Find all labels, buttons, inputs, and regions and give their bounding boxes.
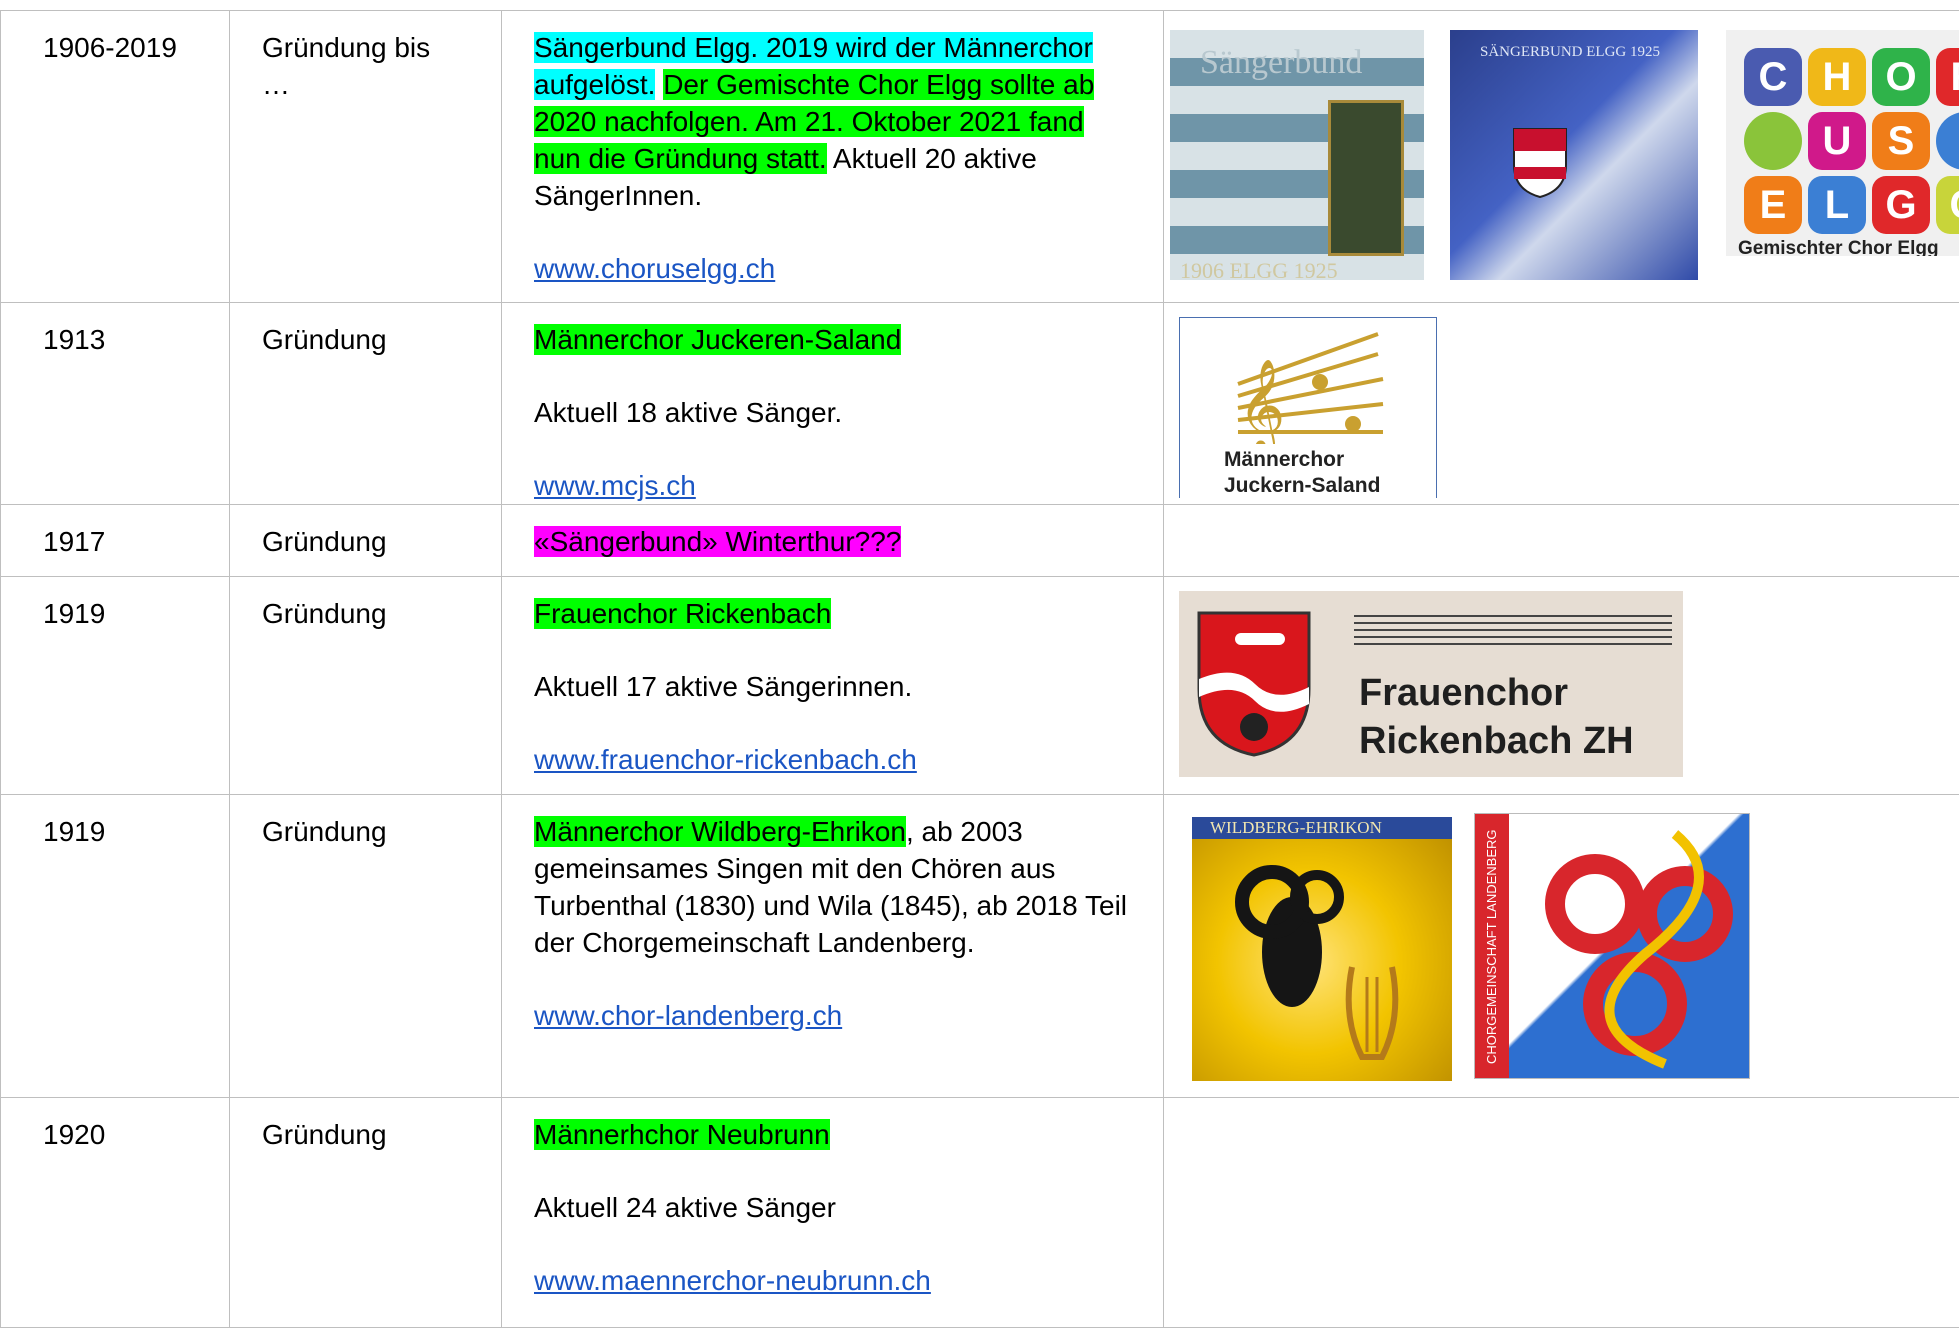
website-link[interactable]: www.frauenchor-rickenbach.ch (534, 744, 917, 775)
year-cell: 1906-2019 (1, 11, 230, 303)
landenberg-logo-image: CHORGEMEINSCHAFT LANDENBERG (1474, 813, 1750, 1079)
members-text: Aktuell 24 aktive Sänger (534, 1189, 1133, 1226)
event-cell: Gründung (230, 577, 502, 795)
svg-text:𝄞: 𝄞 (1238, 358, 1285, 444)
letter-tile: C (1744, 48, 1802, 106)
website-link[interactable]: www.mcjs.ch (534, 470, 696, 501)
description-cell: Frauenchor Rickenbach Aktuell 17 aktive … (502, 577, 1164, 795)
website-link[interactable]: www.maennerchor-neubrunn.ch (534, 1265, 931, 1296)
lyre-icon (1342, 957, 1402, 1067)
table-row: 1919 Gründung Frauenchor Rickenbach Aktu… (1, 577, 1959, 795)
letter-tile: H (1808, 48, 1866, 106)
table-row: 1919 Gründung Männerchor Wildberg-Ehriko… (1, 795, 1959, 1098)
choir-name: Männerchor Wildberg-Ehrikon (534, 816, 906, 847)
logo-line: Juckern-Saland (1224, 474, 1380, 498)
image-cell: Frauenchor Rickenbach ZH (1164, 577, 1959, 795)
table-row: 1920 Gründung Männerhchor Neubrunn Aktue… (1, 1098, 1959, 1328)
ram-icon (1232, 862, 1352, 1022)
flag-elgg-image: SÄNGERBUND ELGG 1925 (1450, 30, 1698, 280)
event-text: Gründung (262, 526, 387, 557)
event-cell: Gründung (230, 505, 502, 577)
letter-tile: G (1872, 176, 1930, 234)
year-text: 1917 (43, 526, 105, 557)
members-text: Aktuell 17 aktive Sängerinnen. (534, 668, 1133, 705)
choir-name: «Sängerbund» Winterthur??? (534, 526, 901, 557)
staff-lines (1354, 615, 1672, 645)
dot-tile (1936, 112, 1959, 170)
description-cell: Sängerbund Elgg. 2019 wird der Männercho… (502, 11, 1164, 303)
image-cell (1164, 505, 1959, 577)
event-cell: Gründung (230, 303, 502, 505)
logo-line: Frauenchor (1359, 671, 1568, 715)
members-text: Aktuell 18 aktive Sänger. (534, 394, 1133, 431)
dot-tile (1744, 112, 1802, 170)
description-cell: Männerhchor Neubrunn Aktuell 24 aktive S… (502, 1098, 1164, 1328)
flag-saengerbund-image: Sängerbund 1906 ELGG 1925 (1170, 30, 1424, 280)
description-cell: Männerchor Juckeren-Saland Aktuell 18 ak… (502, 303, 1164, 505)
choir-name: Männerhchor Neubrunn (534, 1119, 830, 1150)
website-link[interactable]: www.chor-landenberg.ch (534, 1000, 842, 1031)
flag-wildberg-image: WILDBERG-EHRIKON (1192, 817, 1452, 1081)
year-cell: 1919 (1, 795, 230, 1098)
description-text: Sängerbund Elgg. 2019 wird der Männercho… (534, 29, 1133, 214)
rings-icon (1525, 824, 1745, 1074)
description-cell: «Sängerbund» Winterthur??? (502, 505, 1164, 577)
table-row: 1913 Gründung Männerchor Juckeren-Saland… (1, 303, 1959, 505)
letter-tile: G (1936, 176, 1959, 234)
flag-top-text: Sängerbund (1200, 44, 1362, 81)
year-cell: 1919 (1, 577, 230, 795)
image-cell: 𝄞 Männerchor Juckern-Saland (1164, 303, 1959, 505)
choir-name: Männerchor Juckeren-Saland (534, 324, 901, 355)
year-cell: 1917 (1, 505, 230, 577)
year-text: 1920 (43, 1119, 105, 1150)
choir-logo-caption: Gemischter Chor Elgg (1738, 230, 1939, 256)
image-cell (1164, 1098, 1959, 1328)
year-text: 1913 (43, 324, 105, 355)
shield-icon (1510, 125, 1570, 200)
year-text: 1919 (43, 816, 105, 847)
chronology-table: 1906-2019 Gründung bis … Sängerbund Elgg… (0, 10, 1959, 1328)
letter-tile: U (1808, 112, 1866, 170)
year-cell: 1920 (1, 1098, 230, 1328)
logo-vertical-text: CHORGEMEINSCHAFT LANDENBERG (1484, 829, 1500, 1064)
event-cell: Gründung (230, 1098, 502, 1328)
letter-tile: E (1744, 176, 1802, 234)
flag-bottom-text: 1906 ELGG 1925 (1180, 252, 1338, 280)
year-text: 1906-2019 (43, 32, 177, 63)
logo-line: Rickenbach ZH (1359, 719, 1634, 763)
event-text: Gründung (262, 816, 387, 847)
letter-tile: R (1936, 48, 1959, 106)
frauenchor-rickenbach-logo-image: Frauenchor Rickenbach ZH (1179, 591, 1683, 777)
table-row: 1906-2019 Gründung bis … Sängerbund Elgg… (1, 11, 1959, 303)
coat-of-arms-icon (1195, 609, 1313, 759)
image-cell: WILDBERG-EHRIKON CHORGEMEINSCHAFT LANDEN… (1164, 795, 1959, 1098)
flag-top-text: WILDBERG-EHRIKON (1210, 817, 1382, 839)
letter-tile: L (1808, 176, 1866, 234)
letter-tile: S (1872, 112, 1930, 170)
image-cell: Sängerbund 1906 ELGG 1925 SÄNGERBUND ELG… (1164, 11, 1959, 303)
juckern-saland-logo-image: 𝄞 Männerchor Juckern-Saland (1179, 317, 1437, 498)
website-link[interactable]: www.choruselgg.ch (534, 253, 775, 284)
letter-tile: O (1872, 48, 1930, 106)
event-cell: Gründung bis … (230, 11, 502, 303)
event-cell: Gründung (230, 795, 502, 1098)
music-notes-icon: 𝄞 (1218, 324, 1398, 444)
description-cell: Männerchor Wildberg-Ehrikon, ab 2003 gem… (502, 795, 1164, 1098)
flag-top-text: SÄNGERBUND ELGG 1925 (1480, 34, 1660, 71)
choir-name: Frauenchor Rickenbach (534, 598, 831, 629)
event-text: Gründung (262, 598, 387, 629)
year-text: 1919 (43, 598, 105, 629)
logo-line: Männerchor (1224, 448, 1344, 472)
choir-logo-image: C H O R U S E L G G Gemischter Chor Elgg (1726, 30, 1959, 256)
table-row: 1917 Gründung «Sängerbund» Winterthur??? (1, 505, 1959, 577)
crest-panel (1328, 100, 1404, 256)
year-cell: 1913 (1, 303, 230, 505)
event-text: Gründung (262, 1119, 387, 1150)
event-text: Gründung bis … (262, 29, 462, 103)
event-text: Gründung (262, 324, 387, 355)
